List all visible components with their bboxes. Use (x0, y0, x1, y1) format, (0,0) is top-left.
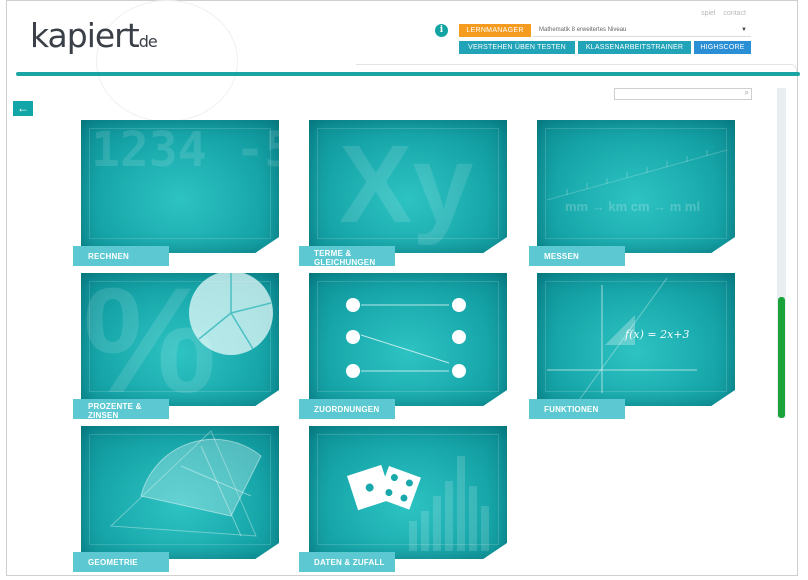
tile-label-line1: TERME & (314, 249, 352, 258)
tile-label-line1: DATEN & ZUFALL (314, 558, 385, 567)
link-contact[interactable]: contact (723, 10, 746, 17)
tile-label-line1: FUNKTIONEN (544, 405, 599, 414)
tile-label-geometrie[interactable]: GEOMETRIE (73, 552, 169, 572)
pie-chart-icon (189, 273, 273, 355)
tile-label-line2: ZINSEN (88, 411, 119, 420)
tile-terme-gleichungen[interactable]: Xy (309, 120, 507, 253)
tile-art-xy: Xy (339, 123, 474, 246)
mapping-icon (346, 298, 466, 378)
arrow-left-icon[interactable]: ← (13, 101, 33, 116)
tile-label-line1: MESSEN (544, 252, 579, 261)
tile-label-funktionen[interactable]: FUNKTIONEN (529, 399, 625, 419)
course-select-value: Mathematik 8 erweitertes Niveau (539, 27, 627, 33)
header-divider (16, 72, 800, 76)
tile-geometrie[interactable] (81, 426, 279, 559)
tile-label-terme-gleichungen[interactable]: TERME & GLEICHUNGEN (299, 246, 395, 267)
nav-klassenarbeitstrainer[interactable]: KLASSENARBEITSTRAINER (578, 41, 691, 54)
tile-label-line1: RECHNEN (88, 252, 129, 261)
tile-zuordnungen[interactable] (309, 273, 507, 406)
scrollbar-thumb[interactable] (778, 297, 785, 418)
logo-suffix: de (138, 32, 158, 51)
protractor-icon (109, 430, 262, 537)
link-spiel[interactable]: spiel (701, 10, 715, 17)
tile-art-units: mm → km cm → m ml (565, 199, 701, 214)
info-icon[interactable]: i (435, 24, 448, 37)
top-links: spiel contact (695, 10, 746, 17)
tile-label-line1: PROZENTE & (88, 402, 142, 411)
tile-label-daten-zufall[interactable]: DATEN & ZUFALL (299, 552, 395, 572)
tile-art-formula: f(x) = 2x+3 (625, 328, 690, 341)
nav-highscore[interactable]: HIGHSCORE (694, 41, 751, 54)
tile-funktionen[interactable]: f(x) = 2x+3 (537, 273, 735, 406)
logo[interactable]: kapiertde (30, 16, 158, 55)
logo-text: kapiert (30, 16, 140, 55)
ruler-icon (546, 149, 728, 201)
tile-prozente-zinsen[interactable]: % (81, 273, 279, 406)
dice-icon (347, 456, 489, 551)
course-select[interactable]: Mathematik 8 erweitertes Niveau ▼ (533, 24, 751, 37)
tile-label-line1: GEOMETRIE (88, 558, 138, 567)
tile-label-messen[interactable]: MESSEN (529, 246, 625, 266)
tile-rechnen[interactable]: 1234 -56789 (81, 120, 279, 253)
tile-label-line1: ZUORDNUNGEN (314, 405, 380, 414)
tile-label-line2: GLEICHUNGEN (314, 258, 376, 267)
nav-verstehen-ueben-testen[interactable]: VERSTEHEN ÜBEN TESTEN (459, 41, 575, 54)
search-icon[interactable]: ⌕ (745, 88, 749, 98)
chevron-down-icon: ▼ (741, 27, 747, 33)
tile-art-numbers: 1234 -56789 (91, 122, 279, 178)
search-input[interactable]: ⌕ (614, 88, 752, 100)
tile-label-zuordnungen[interactable]: ZUORDNUNGEN (299, 399, 395, 419)
tile-daten-zufall[interactable] (309, 426, 507, 559)
lernmanager-button[interactable]: LERNMANAGER (459, 24, 531, 37)
tile-label-prozente-zinsen[interactable]: PROZENTE & ZINSEN (73, 399, 169, 420)
tile-messen[interactable]: mm → km cm → m ml (537, 120, 735, 253)
tile-label-rechnen[interactable]: RECHNEN (73, 246, 169, 266)
